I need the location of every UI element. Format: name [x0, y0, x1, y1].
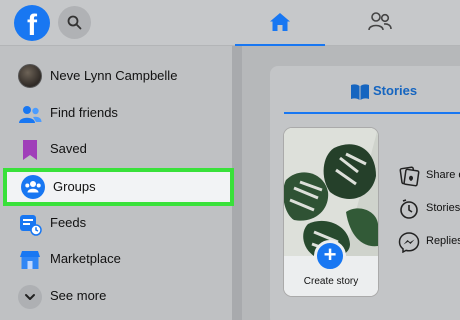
- groups-icon: [21, 175, 45, 199]
- messenger-icon: [398, 232, 420, 253]
- chevron-down-icon: [25, 294, 35, 300]
- stories-tab-indicator: [284, 112, 460, 114]
- sidebar-item-label: Feeds: [50, 215, 87, 230]
- sidebar-item-saved[interactable]: Saved: [0, 131, 232, 168]
- option-label: Stories: [426, 202, 460, 214]
- sidebar-item-marketplace[interactable]: Marketplace: [0, 241, 232, 278]
- friends-icon: [368, 12, 392, 31]
- option-label: Share e: [426, 169, 460, 181]
- home-icon: [270, 13, 290, 31]
- tab-home[interactable]: [235, 0, 325, 47]
- facebook-logo[interactable]: f: [14, 5, 50, 41]
- sidebar-item-feeds[interactable]: Feeds: [0, 205, 232, 242]
- option-replies[interactable]: Replies: [396, 229, 460, 257]
- see-more-circle: [18, 285, 42, 309]
- sidebar-item-see-more[interactable]: See more: [0, 278, 232, 315]
- feeds-icon: [20, 215, 42, 236]
- search-icon: [67, 15, 82, 30]
- search-button[interactable]: [58, 6, 91, 39]
- bookmark-icon: [23, 140, 37, 160]
- create-story-card[interactable]: + Create story: [284, 128, 378, 296]
- avatar: [18, 64, 42, 88]
- tab-friends[interactable]: [333, 0, 423, 46]
- share-photo-icon: [399, 166, 420, 187]
- option-label: Replies: [426, 235, 460, 247]
- book-icon: [351, 84, 369, 100]
- sidebar-item-label: Marketplace: [50, 251, 121, 266]
- sidebar-item-find-friends[interactable]: Find friends: [0, 95, 232, 132]
- friends-icon: [19, 106, 42, 123]
- option-stories[interactable]: Stories: [396, 196, 460, 224]
- create-story-label: Create story: [303, 276, 359, 287]
- stories-tab-label: Stories: [373, 83, 418, 98]
- sidebar-item-label: Neve Lynn Campbelle: [50, 68, 178, 83]
- top-bar: f: [0, 0, 460, 47]
- story-photo: [284, 128, 378, 258]
- clock-icon: [400, 199, 418, 219]
- sidebar-item-label: See more: [50, 288, 107, 303]
- marketplace-icon: [20, 251, 40, 269]
- sidebar-item-label: Groups: [53, 179, 96, 194]
- sidebar-item-profile[interactable]: Neve Lynn Campbelle: [0, 58, 232, 95]
- sidebar-item-label: Find friends: [50, 105, 118, 120]
- tab-stories[interactable]: Stories: [284, 76, 444, 112]
- monstera-leaf-image: [284, 128, 378, 258]
- add-story-button[interactable]: +: [314, 240, 346, 272]
- sidebar-item-groups[interactable]: Groups: [3, 168, 234, 206]
- sidebar-item-label: Saved: [50, 141, 87, 156]
- option-share[interactable]: Share e: [396, 163, 460, 191]
